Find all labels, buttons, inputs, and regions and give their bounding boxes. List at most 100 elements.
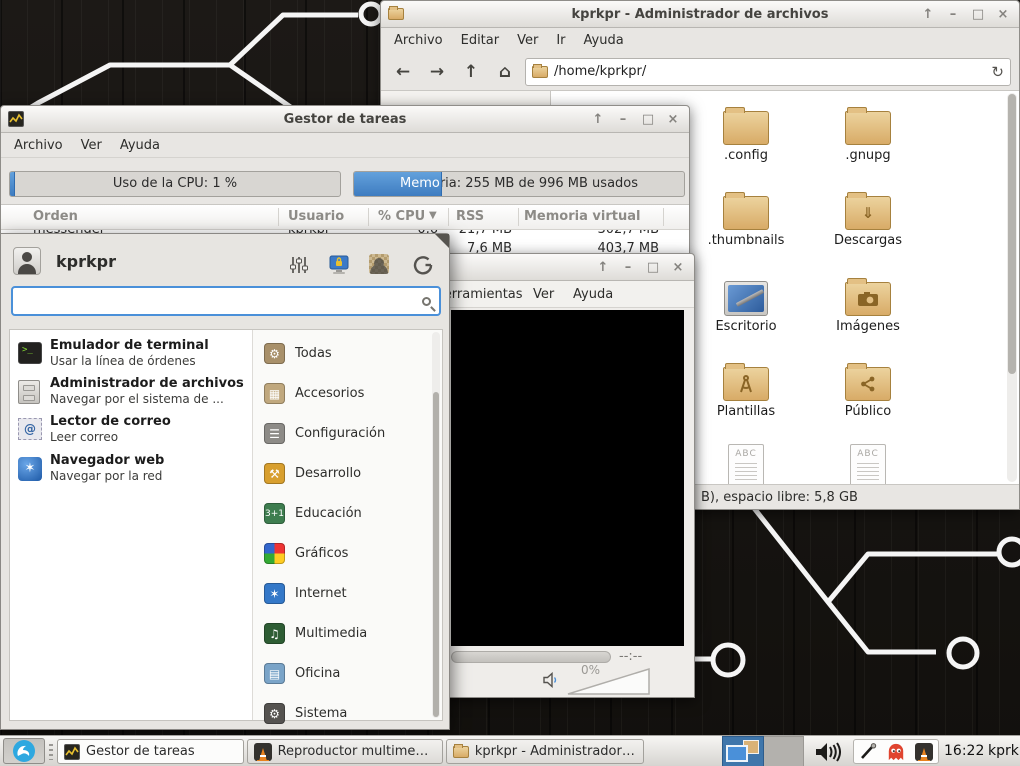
launcher-terminal[interactable]: >_ Emulador de terminal Usar la línea de… [14, 336, 244, 374]
category-sistema[interactable]: ⚙ Sistema [260, 700, 435, 730]
category-accesorios[interactable]: ▦ Accesorios [260, 380, 435, 410]
launcher-web-browser[interactable]: ✶ Navegador web Navegar por la red [14, 451, 244, 489]
rollup-icon[interactable]: ↑ [595, 260, 611, 275]
file-item[interactable]: Plantillas [696, 359, 796, 419]
file-item[interactable]: ABC [818, 444, 918, 484]
maximize-icon[interactable]: □ [970, 7, 986, 22]
search-box[interactable] [11, 286, 441, 316]
launcher-file-manager[interactable]: Administrador de archivos Navegar por el… [14, 374, 244, 412]
folder-icon [723, 111, 769, 145]
folder-icon [723, 196, 769, 230]
username: kprkpr [56, 252, 116, 271]
speaker-icon[interactable] [543, 672, 561, 688]
file-item[interactable]: .thumbnails [696, 188, 796, 248]
menu-ver[interactable]: Ver [524, 284, 563, 305]
development-icon: ⚒ [264, 463, 285, 484]
category-todas[interactable]: ⚙ Todas [260, 340, 435, 370]
category-configuracion[interactable]: ☰ Configuración [260, 420, 435, 450]
reload-icon[interactable]: ↻ [991, 63, 1004, 81]
seek-slider[interactable] [451, 651, 611, 663]
volume-slider[interactable] [566, 666, 652, 696]
lock-screen-icon[interactable] [327, 253, 351, 277]
menu-ir[interactable]: Ir [547, 30, 574, 51]
scrollbar-thumb[interactable] [433, 392, 439, 717]
column-rss[interactable]: RSS [456, 209, 484, 224]
workspace-switcher[interactable] [722, 736, 804, 766]
wallpaper-circuit-bottom-right [688, 500, 1020, 735]
close-icon[interactable]: × [665, 112, 681, 127]
menu-ayuda[interactable]: Ayuda [111, 135, 169, 156]
category-internet[interactable]: ✶ Internet [260, 580, 435, 610]
workspace-2[interactable] [764, 736, 804, 766]
web-browser-icon: ✶ [18, 457, 42, 481]
column-usuario[interactable]: Usuario [288, 209, 344, 224]
media-player-titlebar[interactable]: ↑ – □ × [439, 254, 694, 281]
sort-descending-icon: ▼ [429, 210, 437, 221]
avatar[interactable] [13, 247, 41, 275]
category-oficina[interactable]: ▤ Oficina [260, 660, 435, 690]
minimize-icon[interactable]: – [615, 112, 631, 127]
settings-icon[interactable] [287, 253, 311, 277]
maximize-icon[interactable]: □ [645, 260, 661, 275]
category-desarrollo[interactable]: ⚒ Desarrollo [260, 460, 435, 490]
rollup-icon[interactable]: ↑ [590, 112, 606, 127]
file-manager-titlebar[interactable]: kprkpr - Administrador de archivos ↑ – □… [381, 1, 1019, 28]
search-input[interactable] [21, 294, 422, 309]
file-item[interactable]: Imágenes [818, 274, 918, 334]
taskbar-task-gestor[interactable]: Gestor de tareas [57, 739, 244, 764]
file-item[interactable]: ⇓ Descargas [818, 188, 918, 248]
folder-icon [532, 66, 548, 78]
file-item[interactable]: .config [696, 103, 796, 163]
file-item[interactable]: .gnupg [818, 103, 918, 163]
video-area [451, 310, 684, 646]
forward-icon[interactable]: → [423, 58, 451, 86]
launcher-mail-reader[interactable]: @ Lector de correo Leer correo [14, 412, 244, 450]
category-multimedia[interactable]: ♫ Multimedia [260, 620, 435, 650]
stylus-tray-icon[interactable] [859, 743, 877, 761]
scrollbar[interactable] [1007, 93, 1017, 482]
menu-ver[interactable]: Ver [72, 135, 111, 156]
category-graficos[interactable]: Gráficos [260, 540, 435, 570]
applications-menu-button[interactable] [3, 738, 45, 764]
taskbar-task-file-manager[interactable]: kprkpr - Administrador ... [446, 739, 644, 764]
menu-archivo[interactable]: Archivo [385, 30, 452, 51]
up-icon[interactable]: ↑ [457, 58, 485, 86]
taskbar-task-reproductor[interactable]: Reproductor multimedi... [247, 739, 443, 764]
menu-editar[interactable]: Editar [452, 30, 509, 51]
scrollbar-thumb[interactable] [1008, 94, 1016, 374]
file-item[interactable]: Público [818, 359, 918, 419]
workspace-1[interactable] [722, 736, 764, 766]
file-item[interactable]: Escritorio [696, 274, 796, 334]
column-memoria-virtual[interactable]: Memoria virtual [524, 209, 640, 224]
close-icon[interactable]: × [670, 260, 686, 275]
menu-archivo[interactable]: Archivo [5, 135, 72, 156]
task-manager-titlebar[interactable]: Gestor de tareas ↑ – □ × [1, 106, 689, 133]
category-educacion[interactable]: 3+1 Educación [260, 500, 435, 530]
desktop: { "desktop": { "wallpaper_bg": "#141210"… [0, 0, 1020, 766]
current-path: /home/kprkpr/ [554, 64, 985, 79]
back-icon[interactable]: ← [389, 58, 417, 86]
rollup-icon[interactable]: ↑ [920, 7, 936, 22]
menu-ayuda[interactable]: Ayuda [575, 30, 633, 51]
panel-handle[interactable] [49, 744, 53, 760]
volume-icon[interactable] [815, 742, 841, 762]
close-icon[interactable]: × [995, 7, 1011, 22]
menu-ayuda[interactable]: Ayuda [564, 284, 622, 305]
column-orden[interactable]: Orden [33, 209, 78, 224]
search-icon[interactable] [422, 297, 431, 306]
logout-icon[interactable] [411, 253, 435, 277]
column-cpu[interactable]: % CPU [378, 209, 425, 224]
media-player-tray-icon[interactable] [915, 743, 933, 761]
home-icon[interactable]: ⌂ [491, 58, 519, 86]
minimize-icon[interactable]: – [620, 260, 636, 275]
path-field[interactable]: /home/kprkpr/ ↻ [525, 58, 1011, 86]
maximize-icon[interactable]: □ [640, 112, 656, 127]
ghost-tray-icon[interactable] [887, 743, 905, 761]
minimize-icon[interactable]: – [945, 7, 961, 22]
user-switch-icon[interactable] [369, 254, 389, 274]
scrollbar[interactable] [432, 332, 440, 718]
clock[interactable]: 16:22 [944, 743, 984, 759]
file-item[interactable]: ABC [696, 444, 796, 484]
menu-ver[interactable]: Ver [508, 30, 547, 51]
folder-icon [845, 111, 891, 145]
